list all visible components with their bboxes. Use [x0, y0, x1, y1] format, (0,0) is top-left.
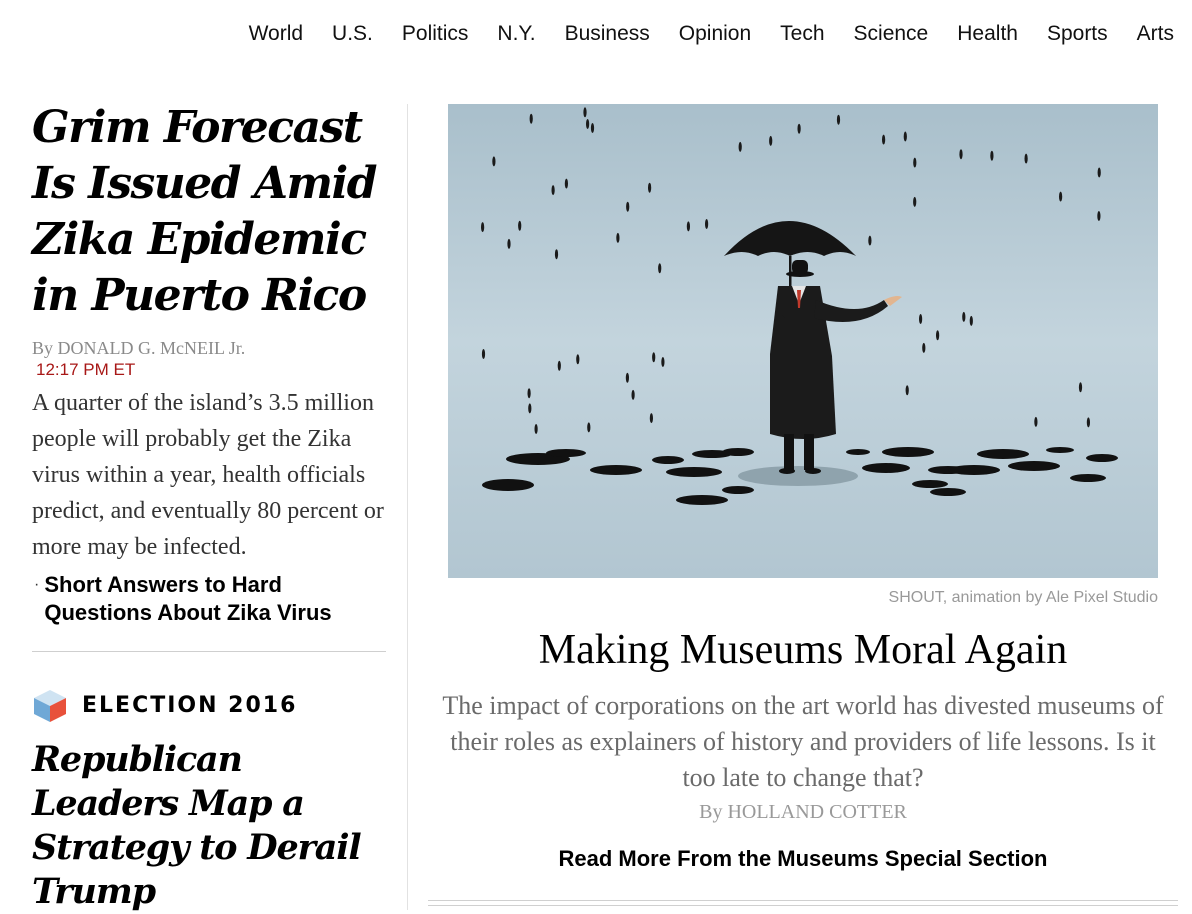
- raindrop: [1078, 382, 1083, 393]
- raindrop: [590, 123, 595, 133]
- raindrop: [648, 182, 652, 193]
- raindrop: [626, 201, 630, 212]
- nav-item-ny[interactable]: N.Y.: [497, 20, 535, 48]
- raindrop: [658, 263, 662, 274]
- raindrop: [913, 157, 917, 168]
- raindrop: [836, 114, 841, 125]
- raindrop: [507, 238, 511, 249]
- raindrop: [481, 349, 486, 359]
- raindrop: [705, 219, 709, 229]
- raindrop: [625, 372, 629, 383]
- raindrop: [534, 424, 538, 434]
- read-more-link[interactable]: Read More From the Museums Special Secti…: [428, 846, 1178, 872]
- nav-item-business[interactable]: Business: [565, 20, 650, 48]
- raindrop: [616, 232, 620, 243]
- feature-byline: By HOLLAND COTTER: [699, 801, 907, 823]
- raindrop: [492, 156, 496, 167]
- raindrop: [554, 249, 559, 260]
- raindrop: [649, 413, 653, 424]
- nav-item-us[interactable]: U.S.: [332, 20, 373, 48]
- cube-icon: [34, 690, 66, 722]
- related-link-row: · Short Answers to Hard Questions About …: [32, 571, 388, 627]
- raindrop: [583, 107, 587, 118]
- raindrop: [527, 388, 531, 399]
- image-credit: SHOUT, animation by Ale Pixel Studio: [888, 589, 1158, 606]
- raindrop: [481, 222, 485, 233]
- raindrop: [1086, 417, 1090, 428]
- related-link[interactable]: Short Answers to Hard Questions About Zi…: [44, 571, 388, 627]
- raindrop: [631, 389, 635, 400]
- raindrop: [587, 422, 591, 433]
- raindrop: [922, 342, 926, 353]
- rain-umbrella-illustration: [448, 104, 1158, 578]
- raindrop: [586, 119, 590, 129]
- raindrop: [1097, 167, 1101, 178]
- raindrop: [738, 141, 742, 152]
- raindrop: [1024, 153, 1028, 164]
- left-column: Grim Forecast Is Issued Amid Zika Epidem…: [32, 100, 388, 914]
- raindrop: [959, 149, 963, 160]
- raindrop: [990, 150, 994, 161]
- nav-item-science[interactable]: Science: [854, 20, 929, 48]
- lead-summary: A quarter of the island’s 3.5 million pe…: [32, 390, 384, 560]
- election-kicker[interactable]: ELECTION 2016: [82, 692, 297, 720]
- raindrop: [1097, 211, 1101, 221]
- nav-item-sports[interactable]: Sports: [1047, 20, 1108, 48]
- column-divider: [407, 104, 408, 910]
- raindrop: [576, 354, 580, 365]
- raindrop: [903, 131, 907, 142]
- raindrop: [652, 352, 656, 363]
- nav-item-arts[interactable]: Arts: [1137, 20, 1174, 48]
- lead-timestamp: 12:17 PM ET: [36, 360, 136, 379]
- section-bottom-rule: [428, 900, 1178, 906]
- nav-item-health[interactable]: Health: [957, 20, 1018, 48]
- nav-item-tech[interactable]: Tech: [780, 20, 824, 48]
- raindrop: [529, 113, 533, 124]
- feature-illustration[interactable]: [448, 104, 1158, 578]
- raindrop: [905, 385, 909, 396]
- election-headline[interactable]: Republican Leaders Map a Strategy to Der…: [32, 738, 388, 914]
- top-navigation: World U.S. Politics N.Y. Business Opinio…: [0, 0, 1192, 68]
- feature-headline[interactable]: Making Museums Moral Again: [428, 622, 1178, 678]
- nav-item-opinion[interactable]: Opinion: [679, 20, 751, 48]
- lead-headline[interactable]: Grim Forecast Is Issued Amid Zika Epidem…: [32, 100, 388, 324]
- raindrop: [913, 196, 917, 207]
- raindrop: [528, 403, 532, 414]
- raindrop: [962, 311, 966, 322]
- election-kicker-row: ELECTION 2016: [32, 688, 388, 724]
- raindrop: [797, 123, 801, 134]
- nav-item-world[interactable]: World: [249, 20, 303, 48]
- raindrop: [564, 178, 568, 189]
- section-nav-list: World U.S. Politics N.Y. Business Opinio…: [220, 20, 1174, 48]
- raindrop: [661, 357, 665, 367]
- nav-item-politics[interactable]: Politics: [402, 20, 469, 48]
- feature-summary: The impact of corporations on the art wo…: [442, 691, 1164, 792]
- raindrop: [1034, 416, 1038, 427]
- raindrop: [769, 135, 773, 146]
- raindrop: [936, 330, 940, 341]
- raindrop: [1059, 191, 1063, 202]
- raindrop: [518, 220, 522, 231]
- raindrop: [969, 315, 973, 326]
- lead-byline: By DONALD G. McNEIL Jr.: [32, 338, 246, 358]
- raindrop: [557, 360, 561, 371]
- raindrop: [868, 235, 872, 246]
- raindrop: [882, 134, 886, 145]
- story-divider: [32, 651, 386, 652]
- raindrop: [551, 185, 555, 196]
- raindrop: [686, 221, 690, 232]
- bullet-icon: ·: [34, 576, 40, 593]
- raindrop: [919, 314, 923, 324]
